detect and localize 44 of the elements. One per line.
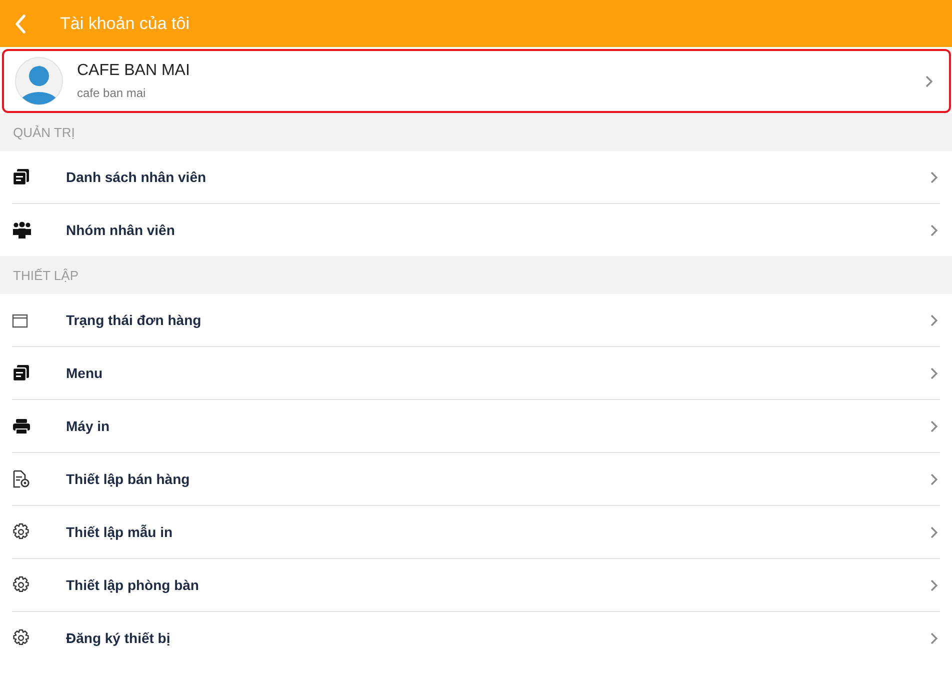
menu-item[interactable]: Trạng thái đơn hàng	[12, 294, 940, 347]
menu-item[interactable]: Thiết lập phòng bàn	[12, 559, 940, 612]
menu-label: Máy in	[66, 418, 111, 434]
menu-item[interactable]: Máy in	[12, 400, 940, 453]
menu-item[interactable]: Đăng ký thiết bị	[12, 612, 940, 664]
window-icon	[12, 312, 28, 328]
menu-label: Danh sách nhân viên	[66, 169, 208, 185]
menu-item[interactable]: Menu	[12, 347, 940, 400]
gear-icon	[12, 629, 30, 647]
documents-icon	[12, 168, 30, 186]
chevron-icon	[930, 472, 938, 486]
chevron-icon	[930, 526, 938, 538]
section-header: THIẾT LẬP	[0, 256, 952, 294]
chevron-icon	[930, 632, 938, 644]
menu-item[interactable]: Danh sách nhân viên	[12, 151, 940, 204]
menu-label: Menu	[66, 365, 104, 381]
menu-item[interactable]: Thiết lập bán hàng	[12, 453, 940, 506]
avatar-icon	[15, 57, 63, 105]
menu-label: Trạng thái đơn hàng	[66, 312, 202, 328]
menu-label: Thiết lập phòng bàn	[66, 577, 200, 593]
chevron-icon	[930, 578, 938, 592]
back-icon[interactable]	[14, 14, 26, 34]
menu-label: Nhóm nhân viên	[66, 222, 176, 238]
chevron-icon	[930, 224, 938, 236]
people-icon	[12, 221, 32, 239]
chevron-icon	[925, 74, 933, 88]
chevron-icon	[930, 314, 938, 326]
documents-icon	[12, 364, 30, 382]
gear-icon	[12, 523, 30, 541]
menu-label: Thiết lập mẫu in	[66, 524, 174, 540]
section-header: QUẢN TRỊ	[0, 113, 952, 151]
page-title: Tài khoản của tôi	[60, 14, 190, 34]
profile-subtitle: cafe ban mai	[77, 86, 147, 100]
menu-item[interactable]: Nhóm nhân viên	[12, 204, 940, 256]
gear-icon	[12, 576, 30, 594]
profile-name: CAFE BAN MAI	[77, 62, 191, 80]
menu-label: Thiết lập bán hàng	[66, 471, 191, 487]
menu-label: Đăng ký thiết bị	[66, 630, 172, 646]
chevron-icon	[930, 170, 938, 184]
chevron-icon	[930, 366, 938, 380]
printer-icon	[12, 418, 31, 434]
menu-item[interactable]: Thiết lập mẫu in	[12, 506, 940, 559]
chevron-icon	[930, 420, 938, 432]
file-gear-icon	[12, 470, 30, 488]
